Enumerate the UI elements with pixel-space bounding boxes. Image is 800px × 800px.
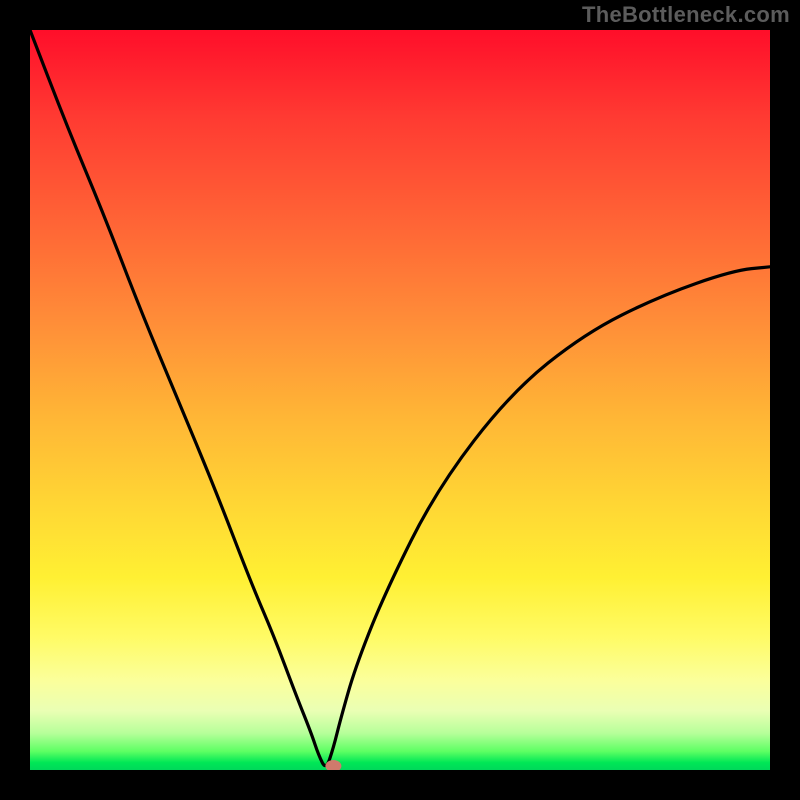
plot-svg	[30, 30, 770, 770]
bottleneck-curve	[30, 30, 770, 766]
plot-area	[30, 30, 770, 770]
chart-frame: TheBottleneck.com	[0, 0, 800, 800]
attribution-text: TheBottleneck.com	[582, 2, 790, 28]
